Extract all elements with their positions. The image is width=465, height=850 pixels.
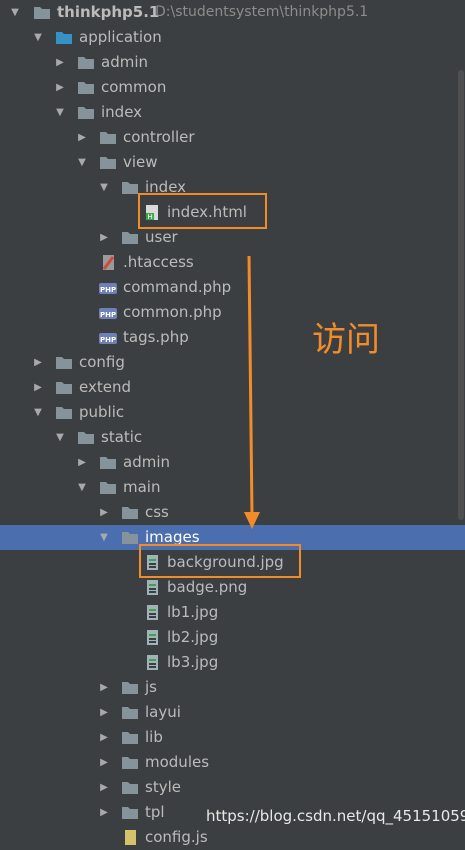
annotation-text: 访问: [312, 320, 380, 360]
watermark: https://blog.csdn.net/qq_45151059: [206, 807, 465, 825]
annotation-arrow: [244, 255, 260, 529]
